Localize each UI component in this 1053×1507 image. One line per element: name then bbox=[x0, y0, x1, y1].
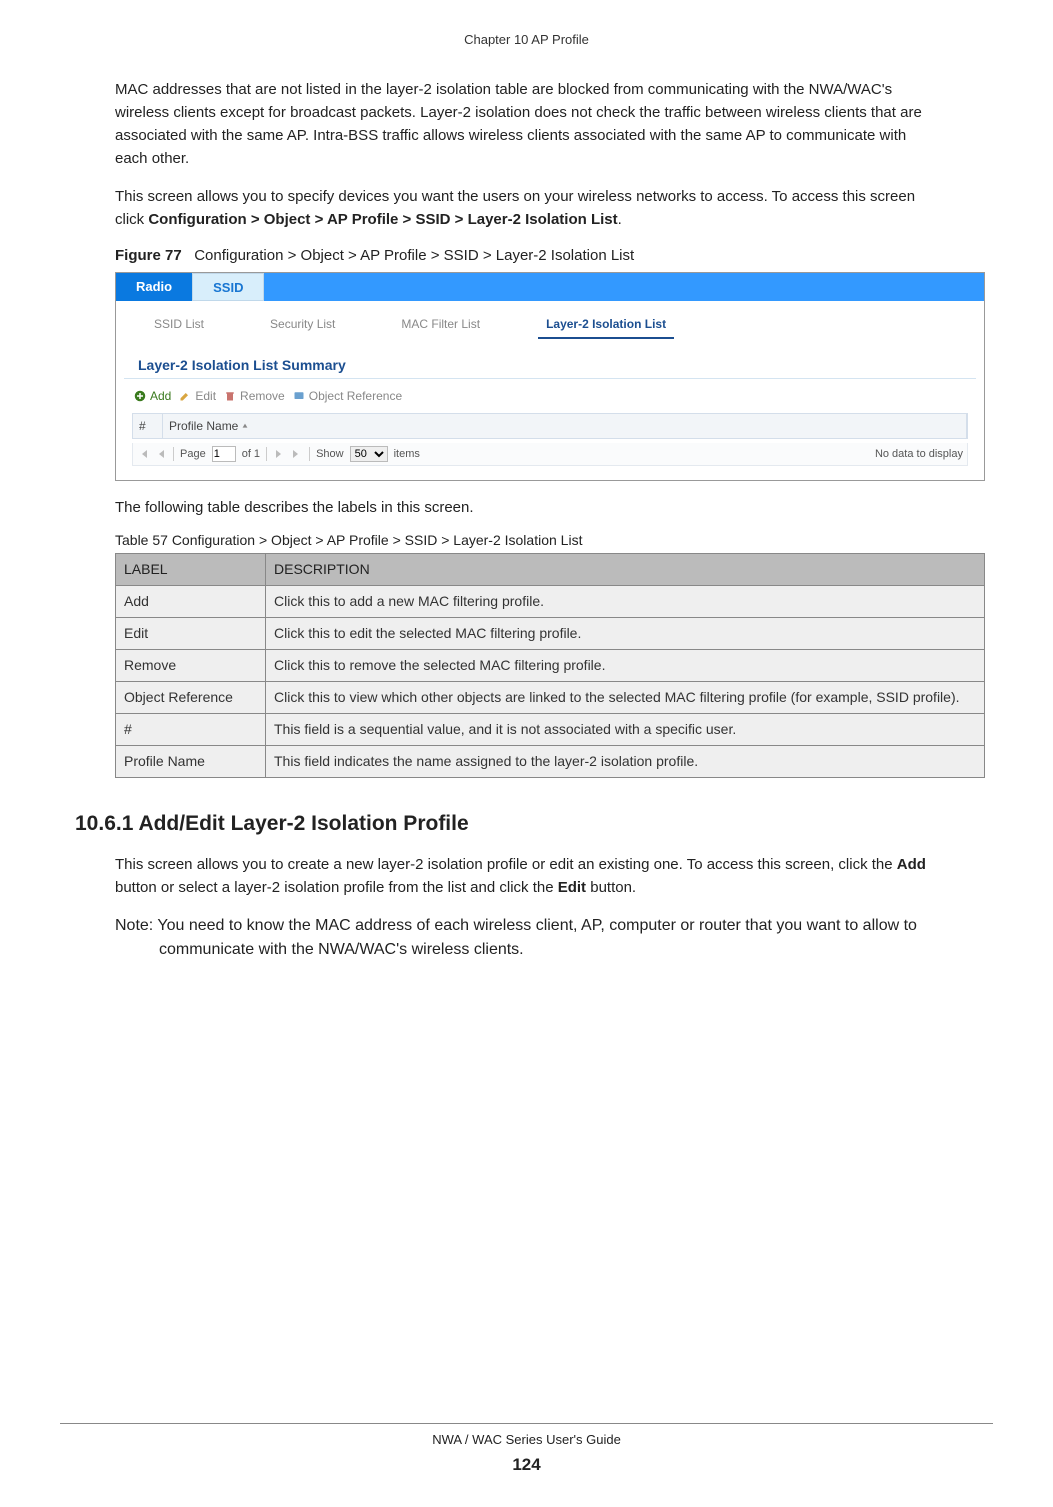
pager-next-icon[interactable] bbox=[273, 448, 285, 460]
pager-page-label: Page bbox=[180, 446, 206, 463]
remove-button[interactable]: Remove bbox=[224, 387, 285, 405]
table-cell-desc: Click this to remove the selected MAC fi… bbox=[266, 649, 985, 681]
edit-label: Edit bbox=[195, 387, 216, 405]
table-cell-label: Object Reference bbox=[116, 681, 266, 713]
tab-radio[interactable]: Radio bbox=[116, 273, 192, 301]
table-cell-desc: Click this to add a new MAC filtering pr… bbox=[266, 585, 985, 617]
pager-show-select[interactable]: 50 bbox=[350, 446, 388, 462]
sub-para1-bold1: Add bbox=[897, 856, 926, 873]
grid-header: # Profile Name bbox=[132, 413, 968, 439]
figure-caption-text: Configuration > Object > AP Profile > SS… bbox=[194, 247, 634, 264]
table-cell-desc: Click this to view which other objects a… bbox=[266, 681, 985, 713]
grid-pager: Page of 1 Show 50 items No data to displ… bbox=[132, 443, 968, 467]
pager-show-label: Show bbox=[316, 446, 344, 463]
sub-para1-bold2: Edit bbox=[558, 879, 586, 896]
edit-icon bbox=[179, 390, 191, 402]
table-intro: The following table describes the labels… bbox=[115, 497, 938, 520]
body-paragraph-2: This screen allows you to specify device… bbox=[115, 185, 938, 232]
table-cell-label: Add bbox=[116, 585, 266, 617]
para2-post: . bbox=[618, 211, 622, 228]
add-icon bbox=[134, 390, 146, 402]
figure-label: Figure 77 bbox=[115, 247, 182, 264]
remove-label: Remove bbox=[240, 387, 285, 405]
pager-page-input[interactable] bbox=[212, 446, 236, 462]
sub-tab-security-list[interactable]: Security List bbox=[262, 311, 343, 339]
screenshot-layer2-isolation-list: Radio SSID SSID List Security List MAC F… bbox=[115, 272, 985, 482]
sub-tab-mac-filter-list[interactable]: MAC Filter List bbox=[393, 311, 488, 339]
table-cell-label: Edit bbox=[116, 617, 266, 649]
column-header-hash[interactable]: # bbox=[133, 414, 163, 438]
page-footer: NWA / WAC Series User's Guide 124 bbox=[0, 1423, 1053, 1477]
pager-no-data: No data to display bbox=[875, 446, 963, 463]
object-reference-label: Object Reference bbox=[309, 387, 402, 405]
table-header-row: LABEL DESCRIPTION bbox=[116, 553, 985, 585]
description-table: LABEL DESCRIPTION Add Click this to add … bbox=[115, 553, 985, 778]
figure-caption: Figure 77 Configuration > Object > AP Pr… bbox=[115, 245, 938, 268]
table-caption: Table 57 Configuration > Object > AP Pro… bbox=[115, 530, 938, 551]
object-reference-button[interactable]: Object Reference bbox=[293, 387, 402, 405]
sub-paragraph-1: This screen allows you to create a new l… bbox=[115, 853, 938, 900]
table-cell-label: Remove bbox=[116, 649, 266, 681]
table-row: Profile Name This field indicates the na… bbox=[116, 745, 985, 777]
pager-prev-icon[interactable] bbox=[155, 448, 167, 460]
body-paragraph-1: MAC addresses that are not listed in the… bbox=[115, 78, 938, 171]
pager-of-label: of 1 bbox=[242, 446, 260, 463]
profile-name-label: Profile Name bbox=[169, 417, 238, 435]
section-header: Layer-2 Isolation List Summary bbox=[124, 347, 976, 379]
pager-last-icon[interactable] bbox=[291, 448, 303, 460]
main-tab-bar: Radio SSID bbox=[116, 273, 984, 301]
tab-ssid[interactable]: SSID bbox=[192, 273, 264, 301]
table-row: Edit Click this to edit the selected MAC… bbox=[116, 617, 985, 649]
pager-first-icon[interactable] bbox=[137, 448, 149, 460]
table-header-label: LABEL bbox=[116, 553, 266, 585]
table-cell-label: Profile Name bbox=[116, 745, 266, 777]
grid-toolbar: Add Edit Remove Object Reference bbox=[116, 379, 984, 409]
table-cell-label: # bbox=[116, 713, 266, 745]
column-header-profile-name[interactable]: Profile Name bbox=[163, 414, 967, 438]
table-cell-desc: This field is a sequential value, and it… bbox=[266, 713, 985, 745]
edit-button[interactable]: Edit bbox=[179, 387, 216, 405]
table-cell-desc: This field indicates the name assigned t… bbox=[266, 745, 985, 777]
note-text: Note: You need to know the MAC address o… bbox=[115, 914, 938, 962]
add-button[interactable]: Add bbox=[134, 387, 171, 405]
sub-para1-post: button. bbox=[586, 879, 636, 896]
footer-page-number: 124 bbox=[0, 1452, 1053, 1478]
add-label: Add bbox=[150, 387, 171, 405]
sub-para1-pre: This screen allows you to create a new l… bbox=[115, 856, 897, 873]
section-heading: 10.6.1 Add/Edit Layer-2 Isolation Profil… bbox=[75, 808, 938, 840]
sub-tab-ssid-list[interactable]: SSID List bbox=[146, 311, 212, 339]
sub-tab-layer2-isolation-list[interactable]: Layer-2 Isolation List bbox=[538, 311, 674, 339]
chapter-header: Chapter 10 AP Profile bbox=[60, 30, 993, 50]
sort-asc-icon bbox=[241, 422, 249, 430]
table-row: # This field is a sequential value, and … bbox=[116, 713, 985, 745]
sub-tab-bar: SSID List Security List MAC Filter List … bbox=[116, 301, 984, 339]
table-row: Object Reference Click this to view whic… bbox=[116, 681, 985, 713]
pager-items-label: items bbox=[394, 446, 420, 463]
object-reference-icon bbox=[293, 390, 305, 402]
table-row: Add Click this to add a new MAC filterin… bbox=[116, 585, 985, 617]
table-row: Remove Click this to remove the selected… bbox=[116, 649, 985, 681]
footer-guide: NWA / WAC Series User's Guide bbox=[0, 1430, 1053, 1450]
table-header-description: DESCRIPTION bbox=[266, 553, 985, 585]
table-cell-desc: Click this to edit the selected MAC filt… bbox=[266, 617, 985, 649]
remove-icon bbox=[224, 390, 236, 402]
sub-para1-mid: button or select a layer-2 isolation pro… bbox=[115, 879, 558, 896]
para2-bold-path: Configuration > Object > AP Profile > SS… bbox=[148, 211, 617, 228]
